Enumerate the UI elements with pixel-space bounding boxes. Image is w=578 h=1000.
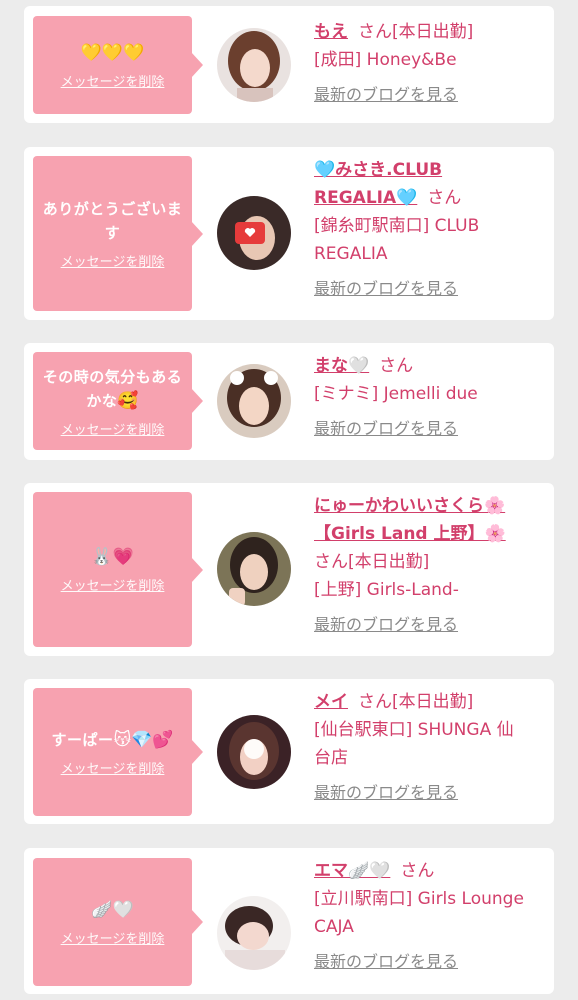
message-card: その時の気分もあるかな🥰 メッセージを削除 まな🤍 さん [ミナミ] Jemell… — [24, 343, 554, 460]
delete-message-link[interactable]: メッセージを削除 — [61, 419, 165, 438]
san-label: さん — [314, 552, 348, 572]
avatar-photo — [217, 532, 291, 606]
avatar[interactable] — [217, 715, 291, 789]
message-emoji: 😽💎💕 — [113, 729, 174, 750]
delete-message-link[interactable]: メッセージを削除 — [61, 71, 165, 90]
avatar[interactable] — [217, 532, 291, 606]
girl-name-link[interactable]: まな🤍 — [314, 356, 369, 376]
delete-message-link[interactable]: メッセージを削除 — [61, 928, 165, 947]
girl-info: まな🤍 さん [ミナミ] Jemelli due 最新のブログを見る — [314, 352, 546, 440]
avatar[interactable] — [217, 196, 291, 270]
shop-name-line2: 台店 — [314, 748, 348, 768]
message-bubble: 💛💛💛 メッセージを削除 — [33, 16, 203, 114]
girl-info: メイ さん[本日出勤] [仙台駅東口] SHUNGA 仙 台店 最新のブログを見る — [314, 688, 546, 804]
message-emoji: 💛💛💛 — [80, 42, 145, 63]
latest-blog-link[interactable]: 最新のブログを見る — [314, 951, 546, 973]
avatar[interactable] — [217, 28, 291, 102]
avatar-photo — [217, 196, 291, 270]
message-bubble: 🐰💗 メッセージを削除 — [33, 492, 203, 647]
avatar[interactable] — [217, 896, 291, 970]
shop-name: [ミナミ] Jemelli due — [314, 384, 478, 404]
san-label: さん — [379, 356, 414, 376]
shop-name-line2: REGALIA — [314, 244, 388, 264]
san-label: さん — [400, 861, 435, 881]
delete-message-link[interactable]: メッセージを削除 — [61, 758, 165, 777]
girl-name-link[interactable]: エマ🪽🤍 — [314, 861, 390, 881]
girl-info: エマ🪽🤍 さん [立川駅南口] Girls Lounge CAJA 最新のブログを… — [314, 857, 546, 973]
san-label: さん — [427, 188, 462, 208]
message-text: 🐰💗 — [91, 545, 133, 569]
san-label: さん — [358, 22, 392, 42]
message-text: その時の気分もあるかな🥰 — [39, 365, 186, 413]
girl-name-link-line2[interactable]: 【Girls Land 上野】🌸 — [314, 524, 506, 544]
avatar-photo — [217, 28, 291, 102]
message-card: すーぱー😽💎💕 メッセージを削除 メイ さん[本日出勤] [仙台駅東口] SHUN… — [24, 679, 554, 824]
message-card: ありがとうございます メッセージを削除 🩵みさき.CLUB REGALIA🩵 さん… — [24, 147, 554, 320]
shop-name-line2: CAJA — [314, 917, 354, 937]
message-emoji: 🥰 — [117, 390, 139, 411]
shop-name: [成田] Honey&Be — [314, 50, 457, 70]
latest-blog-link[interactable]: 最新のブログを見る — [314, 782, 546, 804]
girl-info: もえ さん[本日出勤] [成田] Honey&Be 最新のブログを見る — [314, 18, 546, 106]
message-card: 💛💛💛 メッセージを削除 もえ さん[本日出勤] [成田] Honey&Be 最新… — [24, 6, 554, 123]
girl-name-link[interactable]: 🩵みさき.CLUB — [314, 160, 442, 180]
message-card: 🐰💗 メッセージを削除 にゅーかわいいさくら🌸 【Girls Land 上野】🌸… — [24, 483, 554, 656]
message-text-body: すーぱー — [51, 730, 114, 749]
delete-message-link[interactable]: メッセージを削除 — [61, 251, 165, 270]
attendance-badge: [本日出勤] — [392, 22, 474, 42]
attendance-badge: [本日出勤] — [348, 552, 430, 572]
delete-message-link[interactable]: メッセージを削除 — [61, 575, 165, 594]
san-label: さん — [358, 692, 392, 712]
girl-name-link[interactable]: メイ — [314, 692, 348, 712]
message-bubble: 🪽🤍 メッセージを削除 — [33, 858, 203, 986]
avatar-photo — [217, 364, 291, 438]
message-text-body: その時の気分もあるかな — [42, 367, 183, 410]
shop-name: [上野] Girls-Land- — [314, 580, 459, 600]
message-text: ありがとうございます — [42, 200, 183, 242]
message-text: すーぱー😽💎💕 — [51, 728, 173, 752]
avatar-photo — [217, 715, 291, 789]
girl-name-link[interactable]: もえ — [314, 22, 348, 42]
message-emoji: 🪽🤍 — [91, 899, 134, 920]
message-bubble: ありがとうございます メッセージを削除 — [33, 156, 203, 311]
message-bubble: その時の気分もあるかな🥰 メッセージを削除 — [33, 352, 203, 450]
avatar-photo — [217, 896, 291, 970]
message-bubble: すーぱー😽💎💕 メッセージを削除 — [33, 688, 203, 816]
shop-name: [仙台駅東口] SHUNGA 仙 — [314, 720, 514, 740]
latest-blog-link[interactable]: 最新のブログを見る — [314, 84, 546, 106]
girl-info: 🩵みさき.CLUB REGALIA🩵 さん [錦糸町駅南口] CLUB REGAL… — [314, 156, 546, 300]
message-text: 💛💛💛 — [81, 41, 145, 65]
message-text: 🪽🤍 — [91, 898, 133, 922]
shop-name: [立川駅南口] Girls Lounge — [314, 889, 524, 909]
latest-blog-link[interactable]: 最新のブログを見る — [314, 418, 546, 440]
message-emoji: 🐰💗 — [91, 547, 134, 567]
message-card: 🪽🤍 メッセージを削除 エマ🪽🤍 さん [立川駅南口] Girls Lounge … — [24, 848, 554, 994]
latest-blog-link[interactable]: 最新のブログを見る — [314, 278, 546, 300]
latest-blog-link[interactable]: 最新のブログを見る — [314, 614, 546, 636]
girl-info: にゅーかわいいさくら🌸 【Girls Land 上野】🌸 さん[本日出勤] [上… — [314, 492, 546, 636]
girl-name-link-line2[interactable]: REGALIA🩵 — [314, 188, 417, 208]
avatar[interactable] — [217, 364, 291, 438]
girl-name-link[interactable]: にゅーかわいいさくら🌸 — [314, 496, 505, 516]
shop-name: [錦糸町駅南口] CLUB — [314, 216, 480, 236]
attendance-badge: [本日出勤] — [392, 692, 474, 712]
